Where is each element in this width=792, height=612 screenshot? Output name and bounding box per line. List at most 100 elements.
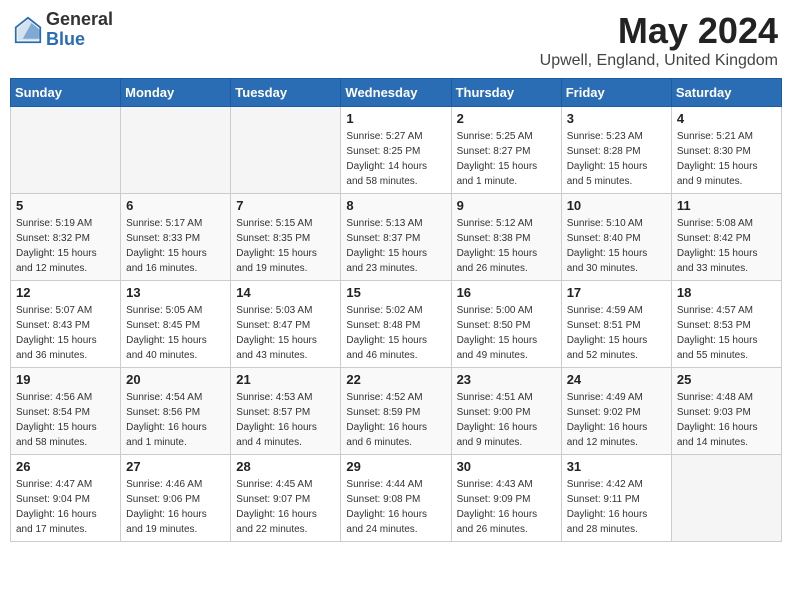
calendar-week-row: 1Sunrise: 5:27 AM Sunset: 8:25 PM Daylig… bbox=[11, 107, 782, 194]
calendar-day-header: Friday bbox=[561, 79, 671, 107]
calendar-cell: 12 Sunrise: 5:07 AM Sunset: 8:43 PM Dayli… bbox=[11, 281, 121, 368]
day-info: Sunrise: 4:53 AM Sunset: 8:57 PM Dayligh… bbox=[236, 390, 335, 450]
calendar-cell bbox=[11, 107, 121, 194]
day-number: 10 bbox=[567, 198, 666, 213]
day-info: Sunrise: 5:21 AM Sunset: 8:30 PM Dayligh… bbox=[677, 129, 776, 189]
day-number: 7 bbox=[236, 198, 335, 213]
day-number: 5 bbox=[16, 198, 115, 213]
day-number: 13 bbox=[126, 285, 225, 300]
calendar-cell: 17 Sunrise: 4:59 AM Sunset: 8:51 PM Dayli… bbox=[561, 281, 671, 368]
calendar-day-header: Wednesday bbox=[341, 79, 451, 107]
calendar-cell: 31 Sunrise: 4:42 AM Sunset: 9:11 PM Dayli… bbox=[561, 455, 671, 542]
day-info: Sunrise: 4:54 AM Sunset: 8:56 PM Dayligh… bbox=[126, 390, 225, 450]
day-number: 27 bbox=[126, 459, 225, 474]
day-number: 11 bbox=[677, 198, 776, 213]
calendar-cell: 23 Sunrise: 4:51 AM Sunset: 9:00 PM Dayli… bbox=[451, 368, 561, 455]
day-number: 24 bbox=[567, 372, 666, 387]
calendar-day-header: Thursday bbox=[451, 79, 561, 107]
month-title: May 2024 bbox=[540, 10, 778, 52]
calendar-week-row: 26Sunrise: 4:47 AM Sunset: 9:04 PM Dayli… bbox=[11, 455, 782, 542]
day-info: Sunrise: 5:08 AM Sunset: 8:42 PM Dayligh… bbox=[677, 216, 776, 276]
logo-icon bbox=[14, 16, 42, 44]
calendar-cell: 11 Sunrise: 5:08 AM Sunset: 8:42 PM Dayli… bbox=[671, 194, 781, 281]
day-info: Sunrise: 5:13 AM Sunset: 8:37 PM Dayligh… bbox=[346, 216, 445, 276]
page-header: General Blue May 2024 Upwell, England, U… bbox=[10, 10, 782, 70]
calendar-cell: 2 Sunrise: 5:25 AM Sunset: 8:27 PM Daylig… bbox=[451, 107, 561, 194]
calendar-cell: 19 Sunrise: 4:56 AM Sunset: 8:54 PM Dayli… bbox=[11, 368, 121, 455]
logo-general-text: General bbox=[46, 9, 113, 29]
day-number: 23 bbox=[457, 372, 556, 387]
calendar-cell: 29Sunrise: 4:44 AM Sunset: 9:08 PM Dayli… bbox=[341, 455, 451, 542]
calendar-day-header: Monday bbox=[121, 79, 231, 107]
day-number: 18 bbox=[677, 285, 776, 300]
day-number: 4 bbox=[677, 111, 776, 126]
calendar-cell: 6 Sunrise: 5:17 AM Sunset: 8:33 PM Daylig… bbox=[121, 194, 231, 281]
day-info: Sunrise: 4:42 AM Sunset: 9:11 PM Dayligh… bbox=[567, 477, 666, 537]
calendar-cell: 25 Sunrise: 4:48 AM Sunset: 9:03 PM Dayli… bbox=[671, 368, 781, 455]
calendar-cell: 7 Sunrise: 5:15 AM Sunset: 8:35 PM Daylig… bbox=[231, 194, 341, 281]
logo-blue-text: Blue bbox=[46, 29, 85, 49]
calendar-cell: 28Sunrise: 4:45 AM Sunset: 9:07 PM Dayli… bbox=[231, 455, 341, 542]
calendar-table: SundayMondayTuesdayWednesdayThursdayFrid… bbox=[10, 78, 782, 542]
day-number: 16 bbox=[457, 285, 556, 300]
calendar-day-header: Tuesday bbox=[231, 79, 341, 107]
calendar-week-row: 12 Sunrise: 5:07 AM Sunset: 8:43 PM Dayli… bbox=[11, 281, 782, 368]
day-info: Sunrise: 5:02 AM Sunset: 8:48 PM Dayligh… bbox=[346, 303, 445, 363]
day-info: Sunrise: 4:45 AM Sunset: 9:07 PM Dayligh… bbox=[236, 477, 335, 537]
day-number: 1 bbox=[346, 111, 445, 126]
day-number: 14 bbox=[236, 285, 335, 300]
calendar-cell: 16 Sunrise: 5:00 AM Sunset: 8:50 PM Dayli… bbox=[451, 281, 561, 368]
calendar-cell: 1Sunrise: 5:27 AM Sunset: 8:25 PM Daylig… bbox=[341, 107, 451, 194]
calendar-week-row: 19 Sunrise: 4:56 AM Sunset: 8:54 PM Dayli… bbox=[11, 368, 782, 455]
day-info: Sunrise: 5:10 AM Sunset: 8:40 PM Dayligh… bbox=[567, 216, 666, 276]
day-number: 9 bbox=[457, 198, 556, 213]
calendar-cell bbox=[671, 455, 781, 542]
day-info: Sunrise: 4:49 AM Sunset: 9:02 PM Dayligh… bbox=[567, 390, 666, 450]
calendar-day-header: Saturday bbox=[671, 79, 781, 107]
day-number: 31 bbox=[567, 459, 666, 474]
calendar-week-row: 5 Sunrise: 5:19 AM Sunset: 8:32 PM Daylig… bbox=[11, 194, 782, 281]
day-number: 15 bbox=[346, 285, 445, 300]
calendar-cell: 14 Sunrise: 5:03 AM Sunset: 8:47 PM Dayli… bbox=[231, 281, 341, 368]
logo: General Blue bbox=[14, 10, 113, 50]
calendar-cell: 5 Sunrise: 5:19 AM Sunset: 8:32 PM Daylig… bbox=[11, 194, 121, 281]
calendar-cell: 30Sunrise: 4:43 AM Sunset: 9:09 PM Dayli… bbox=[451, 455, 561, 542]
day-info: Sunrise: 5:07 AM Sunset: 8:43 PM Dayligh… bbox=[16, 303, 115, 363]
day-info: Sunrise: 4:59 AM Sunset: 8:51 PM Dayligh… bbox=[567, 303, 666, 363]
day-number: 20 bbox=[126, 372, 225, 387]
calendar-cell bbox=[231, 107, 341, 194]
day-info: Sunrise: 5:17 AM Sunset: 8:33 PM Dayligh… bbox=[126, 216, 225, 276]
day-info: Sunrise: 5:00 AM Sunset: 8:50 PM Dayligh… bbox=[457, 303, 556, 363]
day-number: 12 bbox=[16, 285, 115, 300]
calendar-cell: 10 Sunrise: 5:10 AM Sunset: 8:40 PM Dayli… bbox=[561, 194, 671, 281]
day-info: Sunrise: 5:03 AM Sunset: 8:47 PM Dayligh… bbox=[236, 303, 335, 363]
day-info: Sunrise: 5:25 AM Sunset: 8:27 PM Dayligh… bbox=[457, 129, 556, 189]
day-info: Sunrise: 5:19 AM Sunset: 8:32 PM Dayligh… bbox=[16, 216, 115, 276]
day-info: Sunrise: 4:51 AM Sunset: 9:00 PM Dayligh… bbox=[457, 390, 556, 450]
calendar-cell bbox=[121, 107, 231, 194]
day-number: 3 bbox=[567, 111, 666, 126]
calendar-cell: 15 Sunrise: 5:02 AM Sunset: 8:48 PM Dayli… bbox=[341, 281, 451, 368]
day-number: 22 bbox=[346, 372, 445, 387]
day-info: Sunrise: 4:56 AM Sunset: 8:54 PM Dayligh… bbox=[16, 390, 115, 450]
day-number: 8 bbox=[346, 198, 445, 213]
day-info: Sunrise: 5:15 AM Sunset: 8:35 PM Dayligh… bbox=[236, 216, 335, 276]
calendar-cell: 20 Sunrise: 4:54 AM Sunset: 8:56 PM Dayli… bbox=[121, 368, 231, 455]
day-number: 6 bbox=[126, 198, 225, 213]
calendar-cell: 3Sunrise: 5:23 AM Sunset: 8:28 PM Daylig… bbox=[561, 107, 671, 194]
calendar-cell: 9Sunrise: 5:12 AM Sunset: 8:38 PM Daylig… bbox=[451, 194, 561, 281]
day-info: Sunrise: 4:57 AM Sunset: 8:53 PM Dayligh… bbox=[677, 303, 776, 363]
location-title: Upwell, England, United Kingdom bbox=[540, 52, 778, 70]
calendar-cell: 24 Sunrise: 4:49 AM Sunset: 9:02 PM Dayli… bbox=[561, 368, 671, 455]
calendar-cell: 18 Sunrise: 4:57 AM Sunset: 8:53 PM Dayli… bbox=[671, 281, 781, 368]
day-info: Sunrise: 4:48 AM Sunset: 9:03 PM Dayligh… bbox=[677, 390, 776, 450]
day-info: Sunrise: 4:47 AM Sunset: 9:04 PM Dayligh… bbox=[16, 477, 115, 537]
day-info: Sunrise: 4:44 AM Sunset: 9:08 PM Dayligh… bbox=[346, 477, 445, 537]
day-number: 19 bbox=[16, 372, 115, 387]
day-number: 2 bbox=[457, 111, 556, 126]
day-number: 17 bbox=[567, 285, 666, 300]
calendar-cell: 22Sunrise: 4:52 AM Sunset: 8:59 PM Dayli… bbox=[341, 368, 451, 455]
day-number: 25 bbox=[677, 372, 776, 387]
calendar-cell: 21Sunrise: 4:53 AM Sunset: 8:57 PM Dayli… bbox=[231, 368, 341, 455]
calendar-cell: 8 Sunrise: 5:13 AM Sunset: 8:37 PM Daylig… bbox=[341, 194, 451, 281]
